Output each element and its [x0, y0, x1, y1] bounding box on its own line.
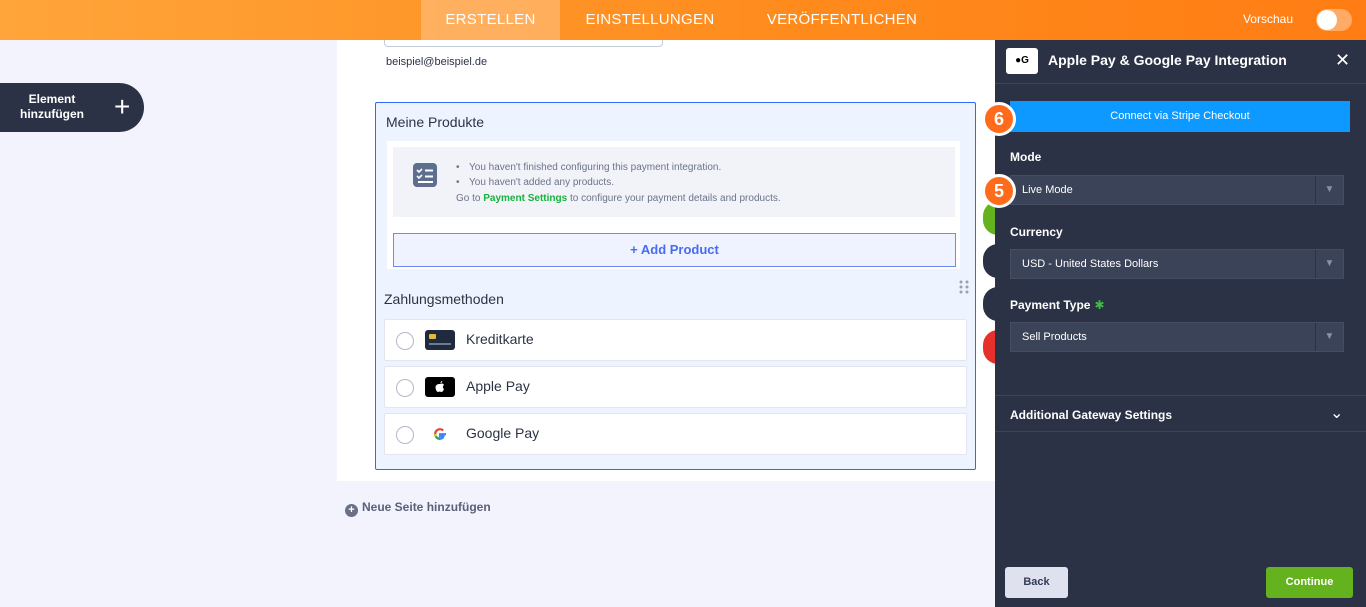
dropdown-arrow-icon: ▼ [1315, 323, 1343, 351]
step-marker-connect: 6 [982, 102, 1016, 136]
payment-settings-link[interactable]: Payment Settings [483, 193, 567, 204]
notice-line-3-prefix: Go to [456, 193, 484, 204]
toggle-knob [1317, 10, 1337, 30]
new-page-label: Neue Seite hinzufügen [362, 500, 491, 514]
notice-line-3-suffix: to configure your payment details and pr… [567, 193, 781, 204]
additional-gateway-settings[interactable]: Additional Gateway Settings ⌄ [995, 395, 1366, 432]
mode-select[interactable]: Live Mode ▼ [1010, 175, 1344, 205]
apple-pay-icon [425, 377, 455, 397]
back-button[interactable]: Back [1005, 567, 1068, 598]
products-title: Meine Produkte [386, 114, 485, 130]
payment-option-label: Apple Pay [466, 378, 530, 394]
apple-google-pay-logo-icon: ●G [1006, 48, 1038, 74]
preview-label: Vorschau [1242, 12, 1293, 26]
currency-select[interactable]: USD - United States Dollars ▼ [1010, 249, 1344, 279]
integration-panel: ●G Apple Pay & Google Pay Integration ✕ … [995, 40, 1366, 607]
credit-card-icon [425, 330, 455, 350]
radio-apple-pay[interactable] [396, 379, 414, 397]
panel-header: ●G Apple Pay & Google Pay Integration ✕ [995, 40, 1366, 84]
continue-button[interactable]: Continue [1266, 567, 1353, 598]
close-icon[interactable]: ✕ [1335, 50, 1350, 71]
payment-option-apple-pay[interactable]: Apple Pay [384, 366, 967, 408]
tab-erstellen[interactable]: ERSTELLEN [421, 0, 560, 40]
payment-option-label: Google Pay [466, 425, 540, 441]
notice-line-2: You haven't added any products. [456, 177, 614, 188]
preview-toggle[interactable] [1316, 9, 1352, 31]
top-navigation-bar: ERSTELLEN EINSTELLUNGEN VERÖFFENTLICHEN … [0, 0, 1366, 40]
payment-option-google-pay[interactable]: Google Pay [384, 413, 967, 455]
add-element-button[interactable]: Element hinzufügen + [0, 83, 144, 132]
mode-value: Live Mode [1022, 184, 1073, 196]
payment-type-label: Payment Type ✱ [1010, 298, 1105, 312]
payment-option-credit-card[interactable]: Kreditkarte [384, 319, 967, 361]
add-new-page-link[interactable]: + Neue Seite hinzufügen [345, 500, 491, 517]
payment-type-value: Sell Products [1022, 331, 1087, 343]
step-marker-mode: 5 [982, 174, 1016, 208]
payment-methods-title: Zahlungsmethoden [384, 291, 504, 307]
currency-label: Currency [1010, 225, 1063, 239]
add-product-button[interactable]: + Add Product [393, 233, 956, 267]
payment-type-label-text: Payment Type [1010, 298, 1091, 312]
payment-option-label: Kreditkarte [466, 331, 534, 347]
chevron-down-icon: ⌄ [1330, 405, 1344, 422]
dropdown-arrow-icon: ▼ [1315, 250, 1343, 278]
plus-icon: + [114, 91, 131, 122]
checklist-icon [413, 163, 437, 187]
radio-google-pay[interactable] [396, 426, 414, 444]
notice-line-1: You haven't finished configuring this pa… [456, 162, 721, 173]
dropdown-arrow-icon: ▼ [1315, 176, 1343, 204]
mode-label: Mode [1010, 150, 1042, 164]
email-sublabel: beispiel@beispiel.de [386, 56, 488, 68]
radio-credit-card[interactable] [396, 332, 414, 350]
currency-value: USD - United States Dollars [1022, 258, 1159, 270]
email-input[interactable] [384, 40, 663, 47]
tab-veroeffentlichen[interactable]: VERÖFFENTLICHEN [740, 0, 944, 40]
additional-gateway-label: Additional Gateway Settings [1010, 408, 1173, 422]
add-element-label: Element hinzufügen [20, 92, 84, 121]
notice-line-3: Go to Payment Settings to configure your… [456, 193, 781, 204]
connect-stripe-button[interactable]: Connect via Stripe Checkout [1010, 101, 1350, 132]
google-icon [425, 424, 455, 444]
payment-type-select[interactable]: Sell Products ▼ [1010, 322, 1344, 352]
panel-title: Apple Pay & Google Pay Integration [1048, 52, 1287, 68]
drag-handle-icon[interactable] [959, 280, 969, 294]
required-star-icon: ✱ [1094, 298, 1105, 312]
tab-einstellungen[interactable]: EINSTELLUNGEN [560, 0, 740, 40]
plus-circle-icon: + [345, 504, 358, 517]
